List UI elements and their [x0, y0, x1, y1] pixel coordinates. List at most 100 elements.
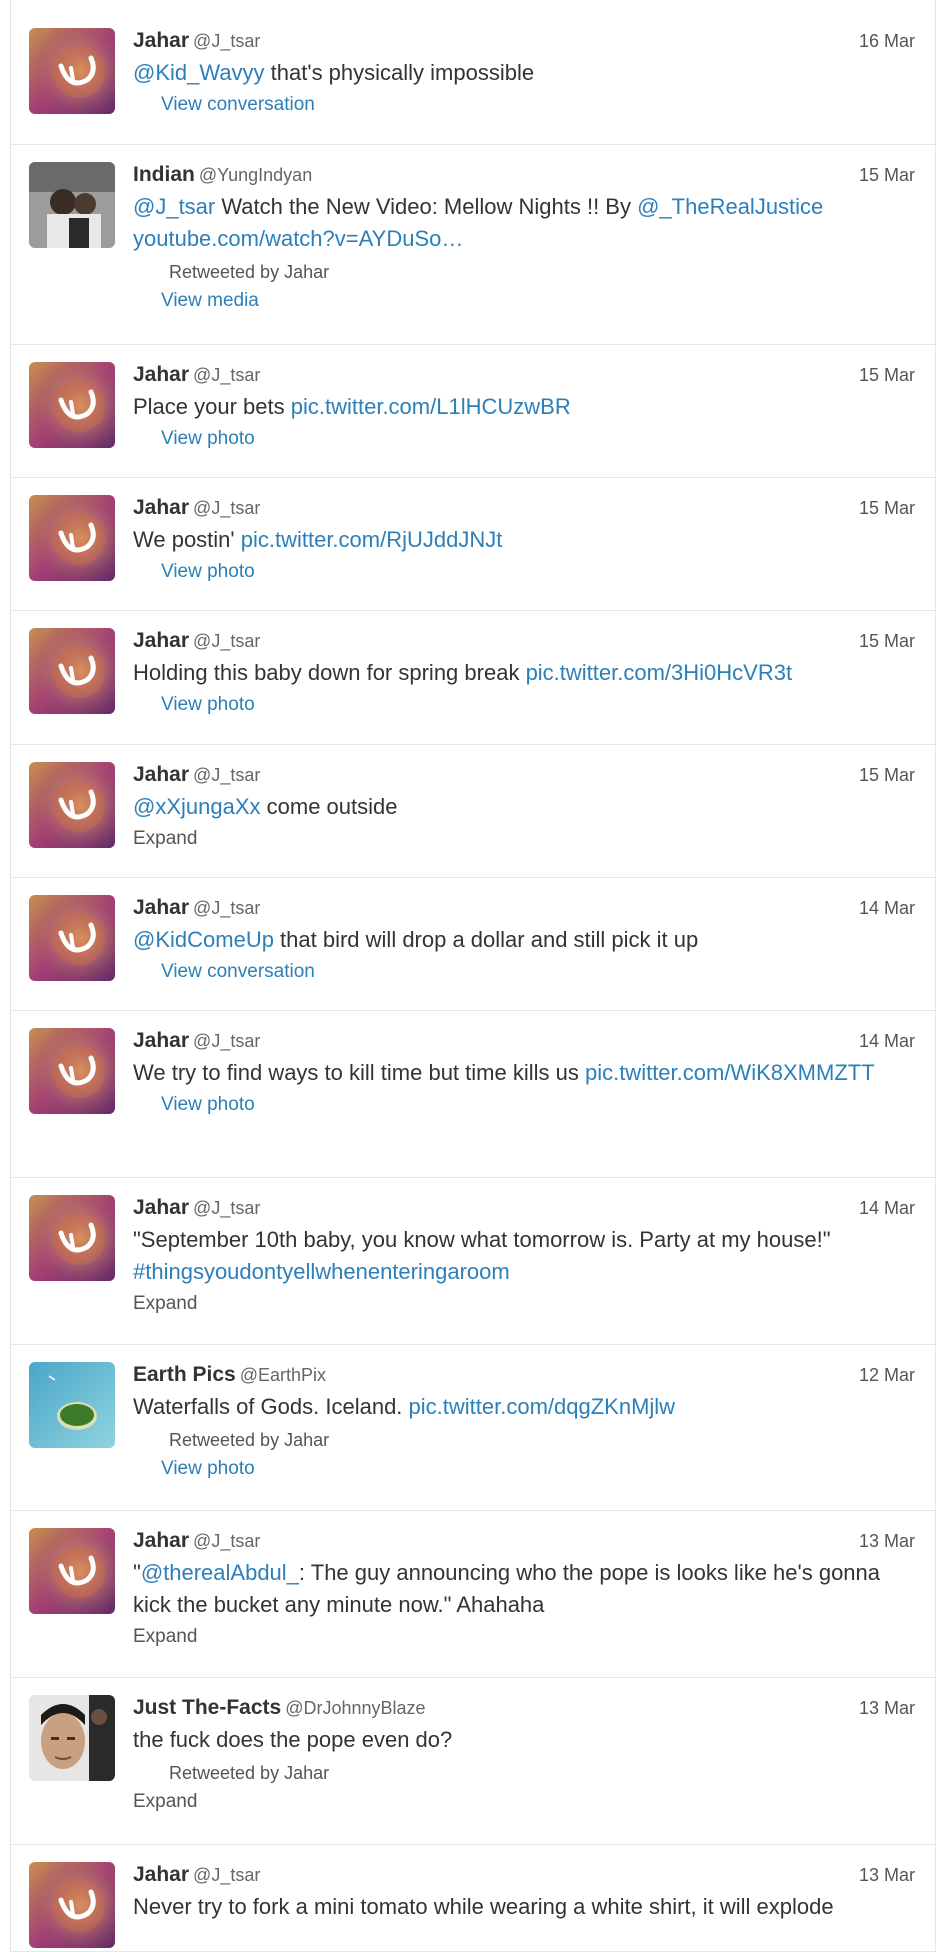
tweet-link[interactable]: @therealAbdul_	[141, 1560, 299, 1585]
tweet-author-handle[interactable]: @J_tsar	[193, 631, 260, 651]
lion-avatar[interactable]	[29, 1528, 115, 1614]
tweet-author-handle[interactable]: @J_tsar	[193, 1531, 260, 1551]
tweet[interactable]: Jahar @J_tsar 13 Mar Never try to fork a mi…	[11, 1845, 935, 1952]
tweet[interactable]: Jahar @J_tsar 13 Mar "@therealAbdul_: The g…	[11, 1511, 935, 1678]
view-photo-link[interactable]: View photo	[161, 425, 915, 453]
tweet-author-handle[interactable]: @YungIndyan	[199, 165, 312, 185]
island-avatar[interactable]	[29, 1362, 115, 1448]
expand-link[interactable]: Expand	[133, 1290, 915, 1318]
tweet-author-handle[interactable]: @DrJohnnyBlaze	[285, 1698, 425, 1718]
view-conversation-link[interactable]: View conversation	[161, 91, 915, 119]
tweet-content: Jahar @J_tsar 14 Mar "September 10th baby, …	[133, 1194, 915, 1318]
tweet-link[interactable]: …	[441, 226, 463, 251]
tweet-author-handle[interactable]: @J_tsar	[193, 765, 260, 785]
tweet-author-name[interactable]: Jahar	[133, 363, 189, 386]
tweet-author-name[interactable]: Jahar	[133, 763, 189, 786]
expand-link[interactable]: Expand	[133, 1788, 915, 1816]
tweet-link[interactable]: pic.twitter.com/RjUJddJNJt	[241, 527, 503, 552]
view-photo-link[interactable]: View photo	[161, 1455, 915, 1483]
tweet-text-segment: Place your bets	[133, 394, 291, 419]
tweet-link[interactable]: @xXjungaXx	[133, 794, 261, 819]
tweet-text-segment: Never try to fork a mini tomato while we…	[133, 1894, 834, 1919]
tweet-timestamp[interactable]: 15 Mar	[859, 361, 915, 389]
tweet[interactable]: Jahar @J_tsar 15 Mar Place your bets pic.tw…	[11, 345, 935, 478]
tweet-author-name[interactable]: Jahar	[133, 1196, 189, 1219]
expand-link[interactable]: Expand	[133, 825, 915, 853]
tweet-author-handle[interactable]: @J_tsar	[193, 31, 260, 51]
tweet-header: Jahar @J_tsar 14 Mar	[133, 1027, 915, 1055]
tweet-timestamp[interactable]: 14 Mar	[859, 1027, 915, 1055]
tweet-author-handle[interactable]: @J_tsar	[193, 898, 260, 918]
tweet[interactable]: Jahar @J_tsar 14 Mar We try to find ways to…	[11, 1011, 935, 1178]
tweet-timestamp[interactable]: 15 Mar	[859, 494, 915, 522]
expand-link[interactable]: Expand	[133, 1623, 915, 1651]
tweet-author-name[interactable]: Jahar	[133, 1529, 189, 1552]
view-photo-link[interactable]: View photo	[161, 691, 915, 719]
tweet-timestamp[interactable]: 13 Mar	[859, 1694, 915, 1722]
tweet[interactable]: Earth Pics @EarthPix 12 Mar Waterfalls of G…	[11, 1345, 935, 1511]
tweet[interactable]: Jahar @J_tsar 15 Mar @xXjungaXx come outsid…	[11, 745, 935, 878]
tweet[interactable]: Indian @YungIndyan 15 Mar @J_tsar Watch the…	[11, 145, 935, 345]
tweet-author-handle[interactable]: @J_tsar	[193, 1031, 260, 1051]
tweet-link[interactable]: @J_tsar	[133, 194, 215, 219]
view-media-link[interactable]: View media	[161, 287, 915, 315]
tweet-author-name[interactable]: Just The-Facts	[133, 1696, 281, 1719]
tweet-author-name[interactable]: Jahar	[133, 1863, 189, 1886]
tweet-author-name[interactable]: Jahar	[133, 1029, 189, 1052]
tweet-author-handle[interactable]: @J_tsar	[193, 1865, 260, 1885]
tweet-author-name[interactable]: Jahar	[133, 29, 189, 52]
lion-avatar[interactable]	[29, 1195, 115, 1281]
tweet[interactable]: Jahar @J_tsar 14 Mar "September 10th baby, …	[11, 1178, 935, 1345]
tweet-author-name[interactable]: Earth Pics	[133, 1363, 236, 1386]
tweet-timestamp[interactable]: 13 Mar	[859, 1861, 915, 1889]
tweet[interactable]: Jahar @J_tsar 15 Mar Holding this baby down…	[11, 611, 935, 745]
tweet-header: Jahar @J_tsar 15 Mar	[133, 494, 915, 522]
tweet-text-segment: We postin'	[133, 527, 241, 552]
tweet-author-name[interactable]: Jahar	[133, 629, 189, 652]
tweet[interactable]: Jahar @J_tsar 14 Mar @KidComeUp that bird w…	[11, 878, 935, 1011]
lion-avatar[interactable]	[29, 895, 115, 981]
tweet[interactable]: Jahar @J_tsar 16 Mar @Kid_Wavyy that's phys…	[11, 11, 935, 145]
tweet-link[interactable]: @Kid_Wavyy	[133, 60, 265, 85]
tweet-timestamp[interactable]: 13 Mar	[859, 1527, 915, 1555]
tweet-timestamp[interactable]: 14 Mar	[859, 894, 915, 922]
tweet-author-name[interactable]: Jahar	[133, 896, 189, 919]
tweet-content: Jahar @J_tsar 15 Mar Holding this baby down…	[133, 627, 915, 719]
tweet-author-handle[interactable]: @EarthPix	[240, 1365, 326, 1385]
lion-avatar[interactable]	[29, 628, 115, 714]
lion-avatar[interactable]	[29, 28, 115, 114]
view-photo-link[interactable]: View photo	[161, 558, 915, 586]
tweet-author-name[interactable]: Jahar	[133, 496, 189, 519]
face-avatar[interactable]	[29, 1695, 115, 1781]
tweet-timestamp[interactable]: 16 Mar	[859, 27, 915, 55]
lion-avatar[interactable]	[29, 495, 115, 581]
tweet-timestamp[interactable]: 15 Mar	[859, 627, 915, 655]
tweet-timestamp[interactable]: 12 Mar	[859, 1361, 915, 1389]
tweet-link[interactable]: pic.twitter.com/L1lHCUzwBR	[291, 394, 571, 419]
tweet-timestamp[interactable]: 15 Mar	[859, 161, 915, 189]
tweet-author-name[interactable]: Indian	[133, 163, 195, 186]
tweet-link[interactable]: pic.twitter.com/3Hi0HcVR3t	[526, 660, 793, 685]
tweet-text: @KidComeUp that bird will drop a dollar …	[133, 924, 915, 956]
tweet-timestamp[interactable]: 14 Mar	[859, 1194, 915, 1222]
tweet-link[interactable]: pic.twitter.com/WiK8XMMZTT	[585, 1060, 875, 1085]
tweet-text: We try to find ways to kill time but tim…	[133, 1057, 915, 1089]
lion-avatar[interactable]	[29, 762, 115, 848]
tweet-timestamp[interactable]: 15 Mar	[859, 761, 915, 789]
tweet-link[interactable]: #thingsyoudontyellwhenenteringaroom	[133, 1259, 510, 1284]
tweet-link[interactable]: pic.twitter.com/dqgZKnMjlw	[409, 1394, 676, 1419]
view-photo-link[interactable]: View photo	[161, 1091, 915, 1119]
tweet-text-segment: Holding this baby down for spring break	[133, 660, 526, 685]
tweet-link[interactable]: @KidComeUp	[133, 927, 274, 952]
tweet-author-handle[interactable]: @J_tsar	[193, 498, 260, 518]
photo-avatar[interactable]	[29, 162, 115, 248]
view-conversation-link[interactable]: View conversation	[161, 958, 915, 986]
tweet[interactable]: Jahar @J_tsar 15 Mar We postin' pic.twitter…	[11, 478, 935, 611]
tweet-author-handle[interactable]: @J_tsar	[193, 365, 260, 385]
lion-avatar[interactable]	[29, 1862, 115, 1948]
lion-avatar[interactable]	[29, 362, 115, 448]
tweet-author-handle[interactable]: @J_tsar	[193, 1198, 260, 1218]
tweet-content: Earth Pics @EarthPix 12 Mar Waterfalls of G…	[133, 1361, 915, 1483]
tweet[interactable]: Just The-Facts @DrJohnnyBlaze 13 Mar the fu…	[11, 1678, 935, 1845]
lion-avatar[interactable]	[29, 1028, 115, 1114]
